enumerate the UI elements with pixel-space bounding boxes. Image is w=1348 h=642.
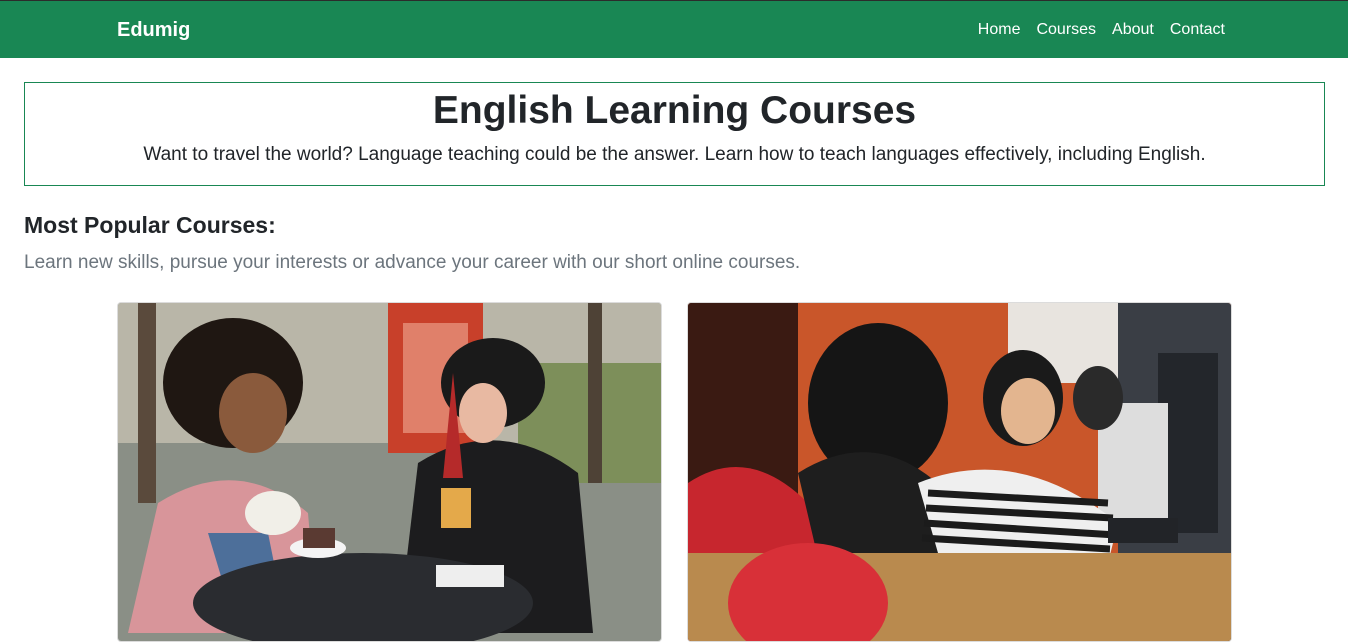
popular-courses-title: Most Popular Courses:	[24, 212, 276, 238]
photo-two-women-cafe	[118, 303, 661, 641]
hero-title: English Learning Courses	[432, 89, 917, 132]
hero-box: English Learning Courses Want to travel …	[24, 82, 1325, 186]
nav-link-contact[interactable]: Contact	[1170, 21, 1225, 39]
brand-logo[interactable]: Edumig	[117, 19, 190, 42]
navbar: Edumig Home Courses About Contact	[0, 0, 1348, 58]
nav-link-about[interactable]: About	[1112, 21, 1154, 39]
photo-students-computer-lab	[688, 303, 1231, 641]
hero-subtitle: Want to travel the world? Language teach…	[143, 144, 1206, 165]
nav-links: Home Courses About Contact	[978, 21, 1225, 39]
popular-courses-subtitle: Learn new skills, pursue your interests …	[24, 252, 801, 273]
course-card-2[interactable]	[687, 302, 1232, 642]
nav-link-home[interactable]: Home	[978, 21, 1021, 39]
nav-link-courses[interactable]: Courses	[1036, 21, 1096, 39]
course-card-1[interactable]	[117, 302, 662, 642]
